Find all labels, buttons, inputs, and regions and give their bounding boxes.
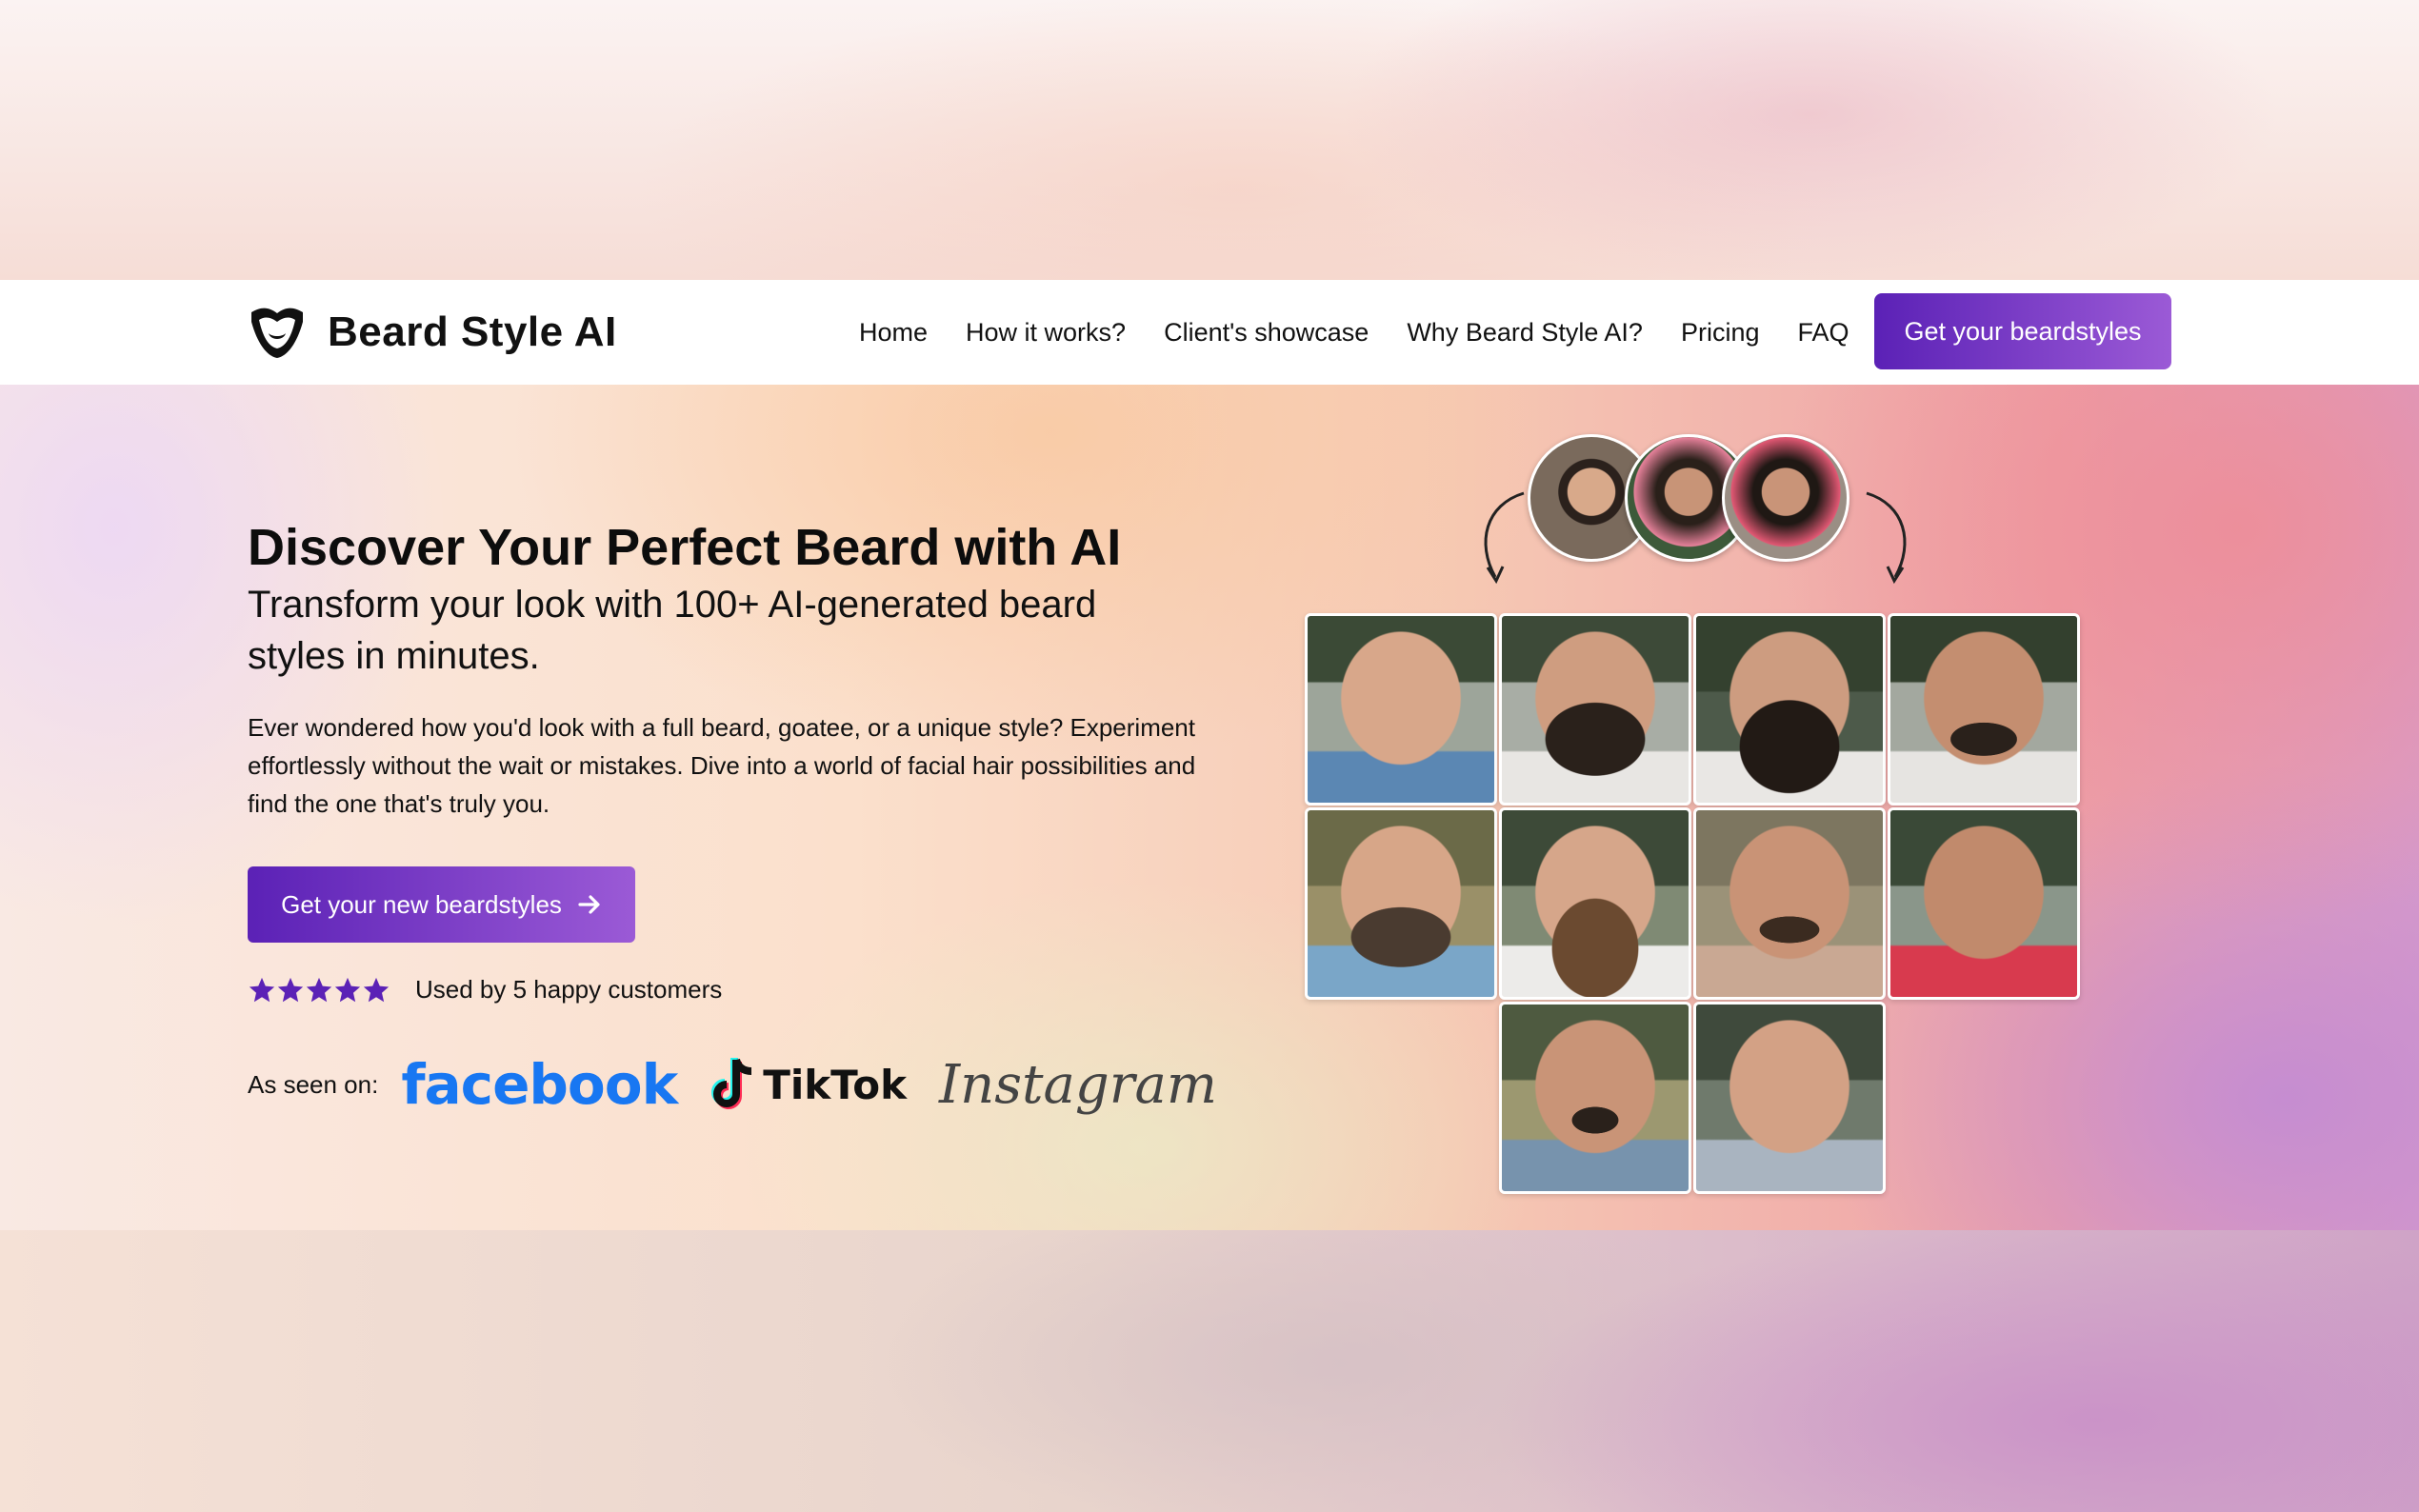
facebook-logo: facebook	[401, 1052, 678, 1117]
page-background-top	[0, 0, 2419, 280]
star-icon	[334, 977, 361, 1002]
nav-link-how-it-works[interactable]: How it works?	[966, 318, 1126, 348]
rating-text: Used by 5 happy customers	[415, 975, 723, 1004]
beard-style-tile[interactable]	[1499, 613, 1691, 806]
page-background-bottom	[0, 1230, 2419, 1512]
beard-mask-icon	[251, 308, 303, 358]
star-icon	[363, 977, 390, 1002]
beard-style-tile[interactable]	[1499, 807, 1691, 1000]
avatar	[1722, 434, 1849, 562]
as-seen-on: As seen on: facebook TikTok Instagram	[248, 1042, 1217, 1127]
nav-link-clients-showcase[interactable]: Client's showcase	[1164, 318, 1369, 348]
beard-style-tile[interactable]	[1888, 613, 2080, 806]
beard-style-tile[interactable]	[1693, 807, 1886, 1000]
tiktok-logo: TikTok	[708, 1056, 907, 1113]
star-icon	[277, 977, 304, 1002]
curved-arrow-right-icon	[1866, 491, 1907, 585]
curved-arrow-left-icon	[1484, 491, 1525, 585]
beard-style-tile[interactable]	[1693, 1002, 1886, 1194]
star-rating	[248, 976, 390, 1005]
nav-link-home[interactable]: Home	[859, 318, 928, 348]
nav-link-why-beard-style-ai[interactable]: Why Beard Style AI?	[1407, 318, 1643, 348]
brand[interactable]: Beard Style AI	[248, 299, 617, 366]
nav-link-faq[interactable]: FAQ	[1797, 318, 1849, 348]
arrow-right-icon	[577, 892, 602, 917]
beard-style-tile[interactable]	[1305, 807, 1497, 1000]
tiktok-note-icon	[711, 1058, 752, 1109]
beard-styles-grid	[1305, 613, 2080, 1194]
source-photos	[1528, 434, 1851, 564]
get-beardstyles-button[interactable]: Get your beardstyles	[1874, 293, 2171, 369]
beard-style-tile[interactable]	[1499, 1002, 1691, 1194]
hero-subtitle: Transform your look with 100+ AI-generat…	[248, 584, 1097, 677]
top-navbar: Beard Style AI Home How it works? Client…	[0, 280, 2419, 385]
brand-name: Beard Style AI	[328, 308, 617, 355]
instagram-logo: Instagram	[939, 1053, 1217, 1116]
nav-link-pricing[interactable]: Pricing	[1681, 318, 1760, 348]
beard-style-tile[interactable]	[1888, 807, 2080, 1000]
get-new-beardstyles-button[interactable]: Get your new beardstyles	[248, 866, 635, 943]
hero-cta-label: Get your new beardstyles	[281, 889, 562, 919]
tiktok-wordmark: TikTok	[763, 1061, 908, 1108]
beard-style-tile[interactable]	[1305, 613, 1497, 806]
star-icon	[306, 977, 332, 1002]
star-icon	[249, 977, 275, 1002]
hero-title: Discover Your Perfect Beard with AI	[248, 519, 1122, 576]
hero-description: Ever wondered how you'd look with a full…	[248, 713, 1196, 818]
beard-style-tile[interactable]	[1693, 613, 1886, 806]
rating: Used by 5 happy customers	[248, 975, 722, 1005]
as-seen-on-label: As seen on:	[248, 1069, 379, 1099]
hero-section: Discover Your Perfect Beard with AI Tran…	[0, 385, 2419, 1230]
main-nav: Home How it works? Client's showcase Why…	[859, 318, 1888, 348]
